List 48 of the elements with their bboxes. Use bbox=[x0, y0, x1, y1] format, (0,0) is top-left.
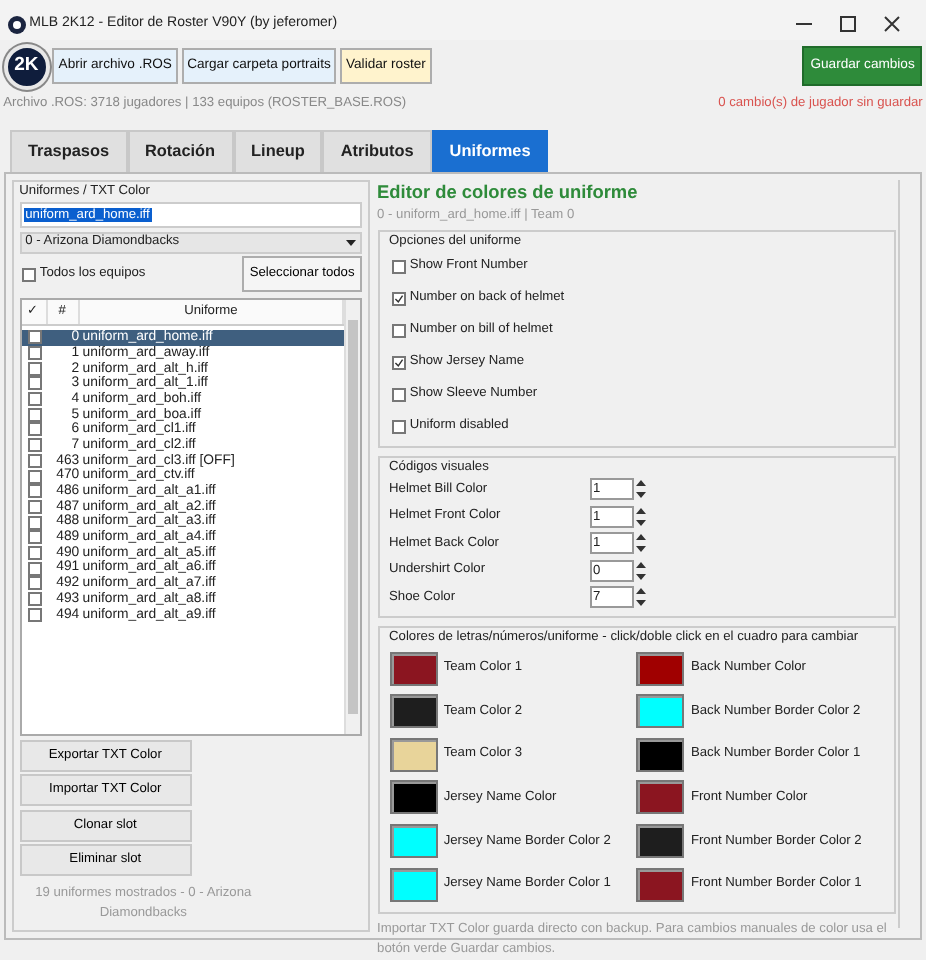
checkbox[interactable] bbox=[27, 484, 42, 499]
checkbox[interactable] bbox=[27, 407, 42, 422]
color-swatch[interactable] bbox=[389, 694, 438, 729]
color-swatch[interactable] bbox=[636, 651, 685, 686]
checkbox[interactable] bbox=[27, 361, 42, 376]
tab[interactable]: Rotación bbox=[127, 129, 234, 172]
logo: 2K bbox=[3, 43, 50, 90]
checkbox[interactable] bbox=[22, 267, 37, 282]
app-icon bbox=[8, 15, 26, 33]
checkbox[interactable] bbox=[27, 346, 42, 361]
checkbox[interactable] bbox=[27, 607, 42, 622]
tab[interactable]: Lineup bbox=[233, 129, 323, 172]
checkbox[interactable] bbox=[27, 453, 42, 468]
color-swatch[interactable] bbox=[636, 737, 685, 772]
color-swatch[interactable] bbox=[636, 780, 685, 815]
color-swatch[interactable] bbox=[636, 867, 685, 902]
checkbox[interactable] bbox=[27, 592, 42, 607]
checkbox[interactable] bbox=[27, 576, 42, 591]
checkbox[interactable] bbox=[27, 561, 42, 576]
checkbox[interactable] bbox=[27, 499, 42, 514]
checkbox[interactable] bbox=[392, 419, 407, 434]
checkbox[interactable] bbox=[392, 259, 407, 274]
editor-title: Editor de colores de uniforme bbox=[377, 182, 640, 205]
tab[interactable]: Uniformes bbox=[431, 129, 549, 172]
scrollbar[interactable] bbox=[344, 300, 361, 735]
color-swatch[interactable] bbox=[389, 780, 438, 815]
caret-icon bbox=[346, 239, 357, 246]
color-swatch[interactable] bbox=[389, 737, 438, 772]
color-swatch[interactable] bbox=[389, 867, 438, 902]
color-swatch[interactable] bbox=[389, 824, 438, 859]
checkbox[interactable] bbox=[392, 387, 407, 402]
checkbox[interactable] bbox=[27, 545, 42, 560]
color-swatch[interactable] bbox=[636, 824, 685, 859]
color-swatch[interactable] bbox=[636, 694, 685, 729]
checkbox[interactable] bbox=[27, 330, 42, 345]
tab[interactable]: Traspasos bbox=[10, 129, 128, 172]
checkbox[interactable] bbox=[27, 392, 42, 407]
checkbox[interactable] bbox=[27, 422, 42, 437]
checkbox[interactable] bbox=[27, 530, 42, 545]
checkbox[interactable] bbox=[27, 515, 42, 530]
tab[interactable]: Atributos bbox=[322, 129, 432, 172]
checkbox[interactable] bbox=[392, 323, 407, 338]
checkbox[interactable] bbox=[27, 469, 42, 484]
checkbox[interactable] bbox=[27, 438, 42, 453]
checkbox[interactable] bbox=[392, 355, 407, 370]
checkbox[interactable] bbox=[392, 291, 407, 306]
color-swatch[interactable] bbox=[389, 651, 438, 686]
checkbox[interactable] bbox=[27, 376, 42, 391]
